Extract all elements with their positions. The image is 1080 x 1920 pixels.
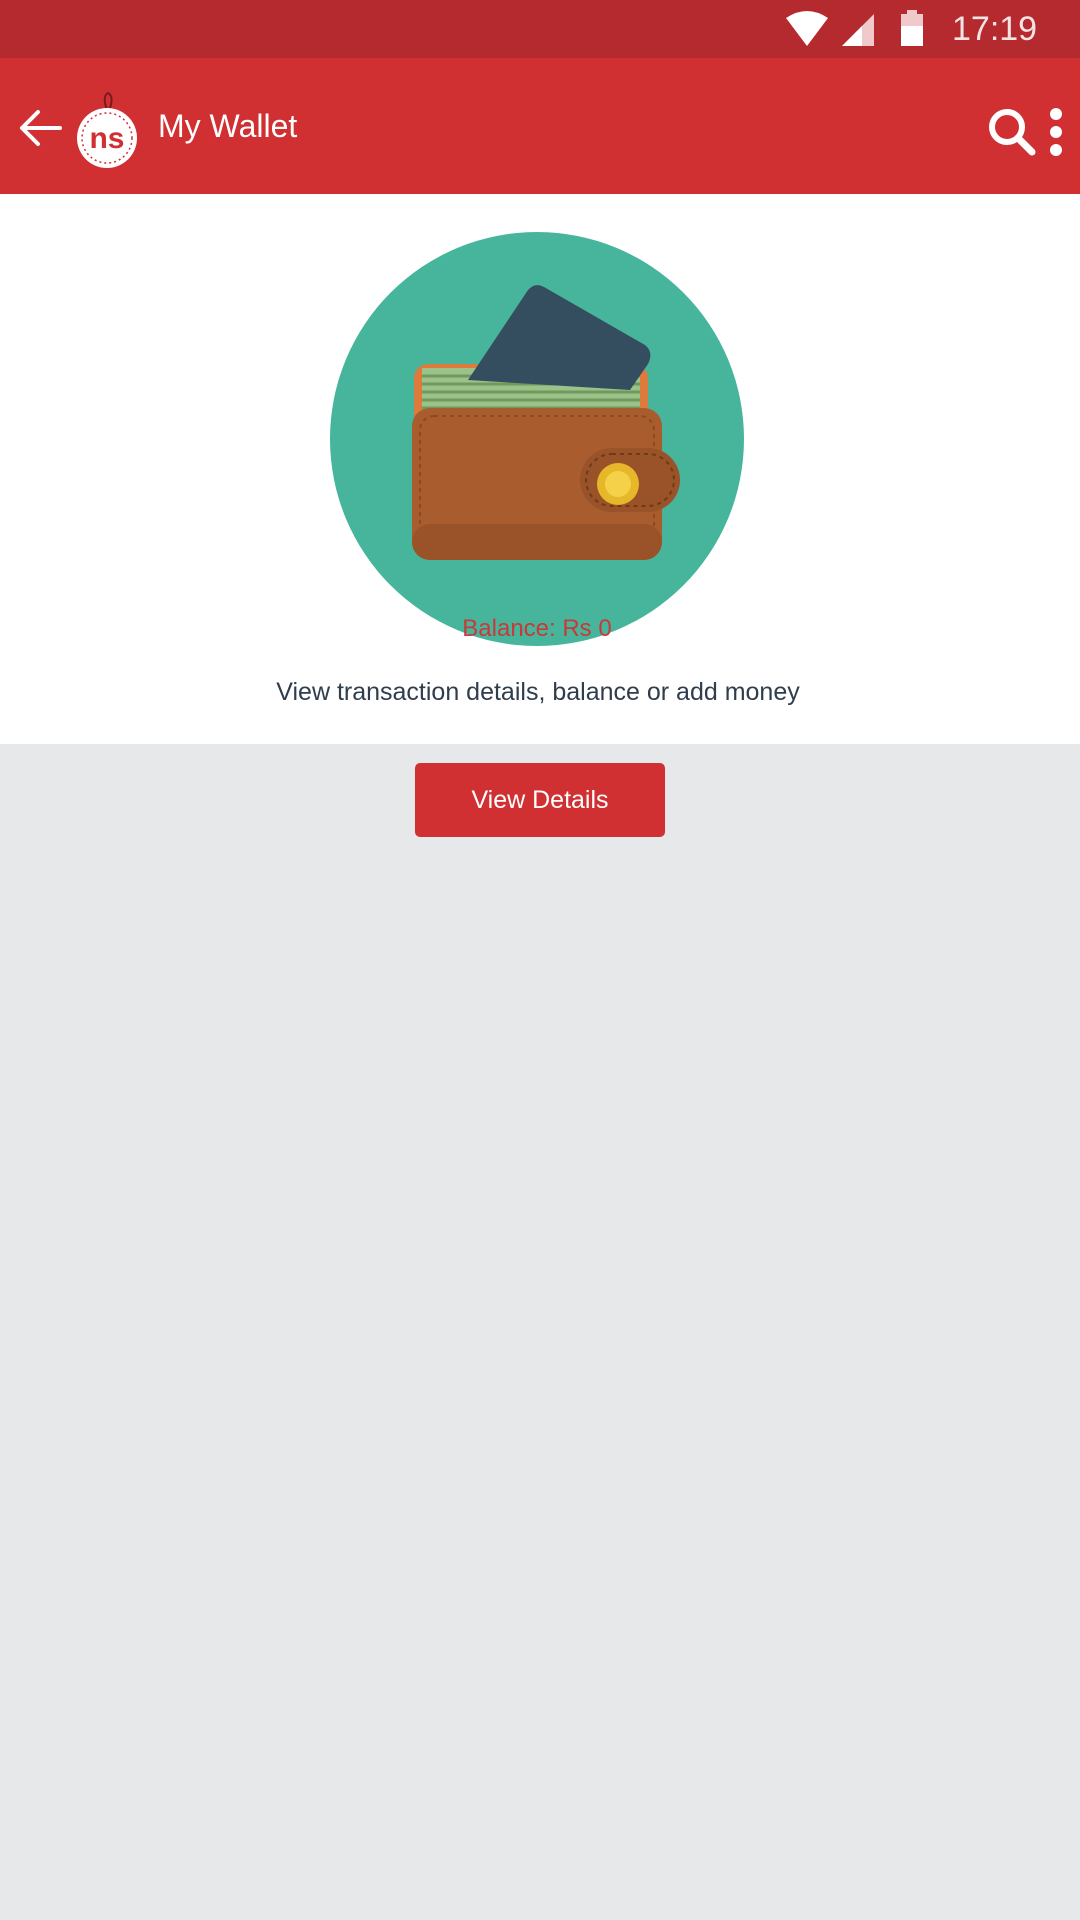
- status-bar: 17:19: [0, 0, 1080, 58]
- app-logo: ns: [74, 90, 140, 175]
- wallet-description: View transaction details, balance or add…: [276, 678, 800, 706]
- back-button[interactable]: [12, 102, 68, 158]
- search-icon: [986, 109, 1038, 162]
- status-time: 17:19: [952, 10, 1038, 48]
- wallet-icon: [330, 232, 744, 646]
- more-options-button[interactable]: [1044, 106, 1068, 158]
- app-bar: ns My Wallet: [0, 58, 1080, 194]
- back-arrow-icon: [18, 108, 62, 153]
- more-vertical-icon: [1044, 108, 1068, 162]
- view-details-button[interactable]: View Details: [415, 763, 665, 837]
- wifi-icon: [784, 10, 830, 53]
- battery-icon: [899, 10, 925, 53]
- search-button[interactable]: [986, 106, 1038, 158]
- wallet-illustration: Balance: Rs 0: [330, 232, 744, 646]
- logo-text: ns: [89, 122, 124, 155]
- cell-signal-icon: [840, 10, 878, 53]
- page-title: My Wallet: [158, 108, 298, 144]
- wallet-card: Balance: Rs 0 View transaction details, …: [0, 194, 1080, 744]
- balance-text: Balance: Rs 0: [462, 615, 612, 642]
